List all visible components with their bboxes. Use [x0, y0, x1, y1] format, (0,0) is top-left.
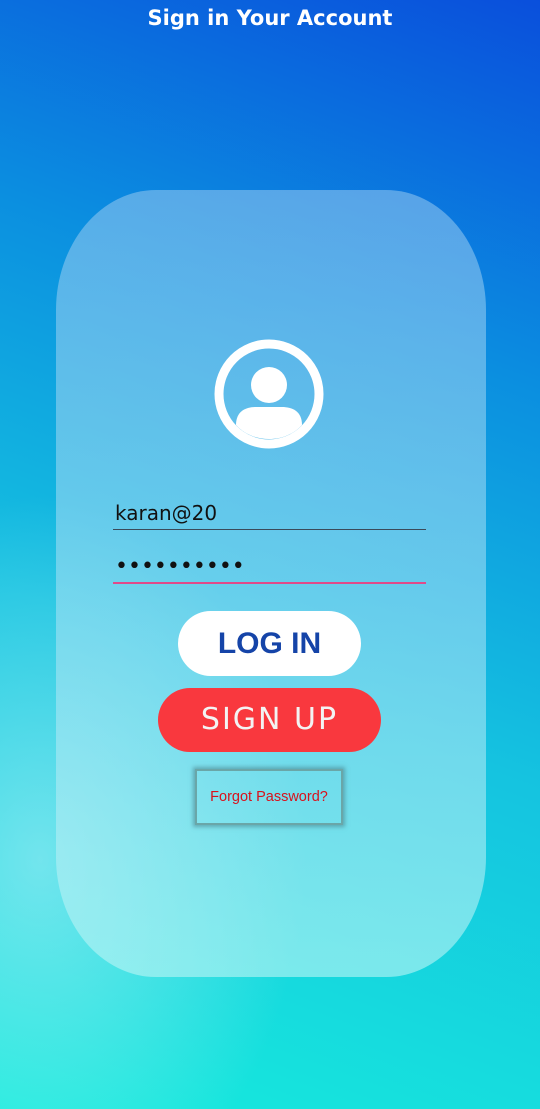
email-field-underline [113, 529, 426, 530]
email-field[interactable]: karan@20 [113, 498, 426, 530]
page-title: Sign in Your Account [147, 6, 393, 30]
signup-button[interactable]: SIGN UP [158, 688, 381, 752]
login-button[interactable]: LOG IN [178, 611, 361, 676]
email-field-value: karan@20 [115, 501, 218, 525]
user-avatar-icon [214, 339, 324, 449]
password-field-value: •••••••••• [115, 554, 245, 579]
forgot-password-link[interactable]: Forgot Password? [195, 769, 343, 825]
password-field[interactable]: •••••••••• [113, 552, 426, 584]
password-field-underline [113, 582, 426, 584]
